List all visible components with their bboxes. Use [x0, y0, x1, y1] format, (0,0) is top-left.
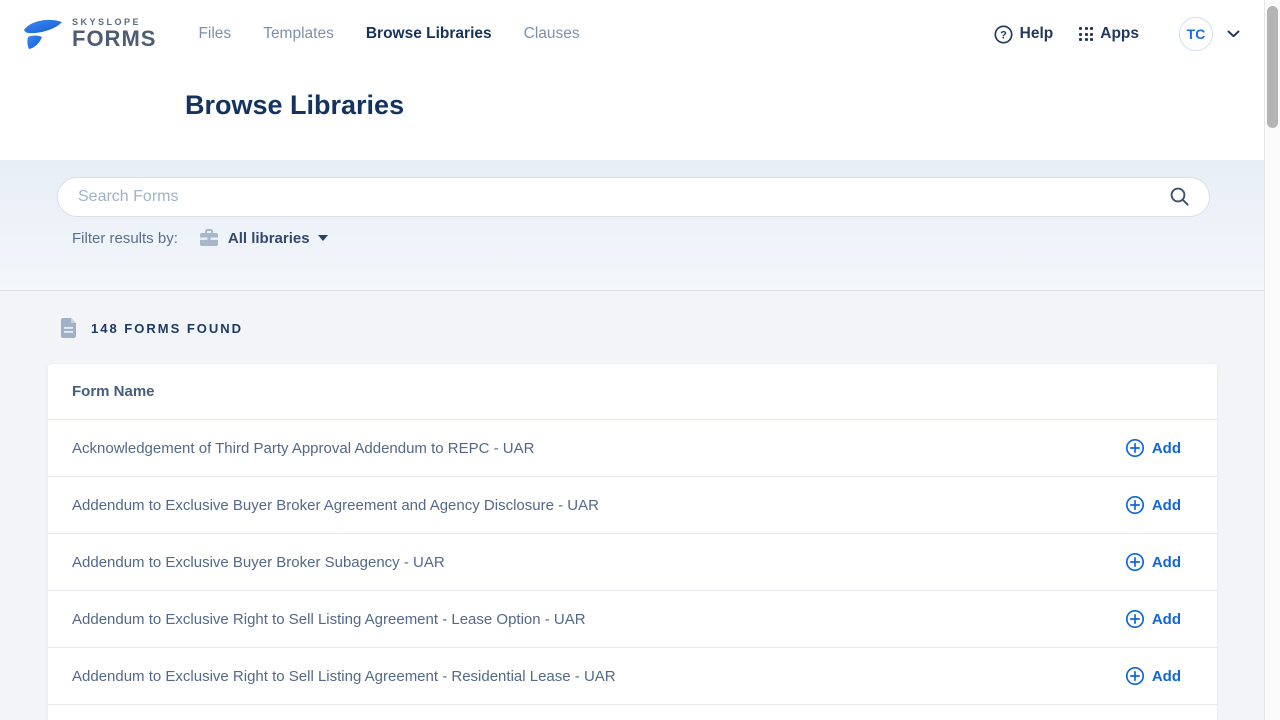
nav-item-clauses[interactable]: Clauses: [524, 25, 580, 43]
forms-found-label: 148 FORMS FOUND: [91, 321, 243, 336]
search-button[interactable]: [1167, 184, 1193, 210]
app-header: SKYSLOPE FORMS Files Templates Browse Li…: [0, 0, 1280, 160]
form-name: Acknowledgement of Third Party Approval …: [72, 440, 1125, 457]
table-row: Acknowledgement of Third Party Approval …: [48, 420, 1217, 477]
apps-grid-icon: [1079, 27, 1093, 41]
filter-label: Filter results by:: [72, 230, 178, 247]
briefcase-icon: [198, 228, 220, 248]
top-bar-actions: ? Help Apps TC: [994, 17, 1240, 51]
table-row: Addendum to Exclusive Right to Sell List…: [48, 648, 1217, 705]
plus-circle-icon: [1125, 495, 1145, 515]
svg-text:?: ?: [1000, 29, 1007, 41]
add-form-button[interactable]: Add: [1125, 552, 1181, 572]
caret-down-icon: [318, 235, 328, 241]
form-name: Addendum to Exclusive Right to Sell List…: [72, 668, 1125, 685]
search-icon: [1169, 186, 1191, 208]
form-name: Addendum to Exclusive Buyer Broker Subag…: [72, 554, 1125, 571]
add-button-label: Add: [1152, 554, 1181, 571]
form-name: Addendum to Exclusive Buyer Broker Agree…: [72, 497, 1125, 514]
results-count: 148 FORMS FOUND: [60, 317, 243, 339]
primary-nav: Files Templates Browse Libraries Clauses: [198, 25, 579, 43]
add-button-label: Add: [1152, 668, 1181, 685]
chevron-down-icon[interactable]: [1227, 30, 1240, 38]
avatar[interactable]: TC: [1179, 17, 1213, 51]
add-form-button[interactable]: Add: [1125, 438, 1181, 458]
nav-item-files[interactable]: Files: [198, 25, 231, 43]
forms-table: Form Name Acknowledgement of Third Party…: [48, 364, 1217, 720]
column-header-form-name: Form Name: [72, 383, 155, 400]
skyslope-swoosh-icon: [22, 17, 64, 51]
apps-label: Apps: [1100, 25, 1139, 43]
table-header-row: Form Name: [48, 364, 1217, 420]
logo-line2: FORMS: [72, 28, 156, 50]
logo-wordmark: SKYSLOPE FORMS: [72, 18, 156, 50]
filter-row: Filter results by: All libraries: [72, 228, 328, 248]
add-button-label: Add: [1152, 440, 1181, 457]
plus-circle-icon: [1125, 666, 1145, 686]
library-filter-dropdown[interactable]: All libraries: [198, 228, 328, 248]
nav-item-templates[interactable]: Templates: [263, 25, 334, 43]
add-form-button[interactable]: Add: [1125, 609, 1181, 629]
library-filter-value: All libraries: [228, 230, 310, 247]
page-title: Browse Libraries: [185, 90, 404, 121]
page-scrollbar[interactable]: [1264, 0, 1280, 720]
help-label: Help: [1020, 25, 1054, 43]
plus-circle-icon: [1125, 609, 1145, 629]
top-bar: SKYSLOPE FORMS Files Templates Browse Li…: [0, 0, 1280, 68]
plus-circle-icon: [1125, 552, 1145, 572]
scrollbar-thumb[interactable]: [1267, 6, 1278, 128]
table-row: Addendum to Exclusive Buyer Broker Agree…: [48, 477, 1217, 534]
add-form-button[interactable]: Add: [1125, 495, 1181, 515]
nav-item-browse-libraries[interactable]: Browse Libraries: [366, 25, 492, 43]
add-form-button[interactable]: Add: [1125, 666, 1181, 686]
help-button[interactable]: ? Help: [994, 25, 1054, 44]
document-icon: [60, 317, 77, 339]
skyslope-forms-logo[interactable]: SKYSLOPE FORMS: [22, 17, 156, 51]
add-button-label: Add: [1152, 611, 1181, 628]
form-name: Addendum to Exclusive Right to Sell List…: [72, 611, 1125, 628]
table-row: Addendum to Exclusive Right to Sell List…: [48, 591, 1217, 648]
search-form: [57, 177, 1210, 217]
search-section: Filter results by: All libraries: [0, 160, 1280, 291]
help-question-icon: ?: [994, 25, 1013, 44]
add-button-label: Add: [1152, 497, 1181, 514]
plus-circle-icon: [1125, 438, 1145, 458]
apps-button[interactable]: Apps: [1079, 25, 1139, 43]
account-menu[interactable]: TC: [1179, 17, 1240, 51]
search-input[interactable]: [78, 188, 1167, 206]
table-row: Addendum to Exclusive Buyer Broker Subag…: [48, 534, 1217, 591]
